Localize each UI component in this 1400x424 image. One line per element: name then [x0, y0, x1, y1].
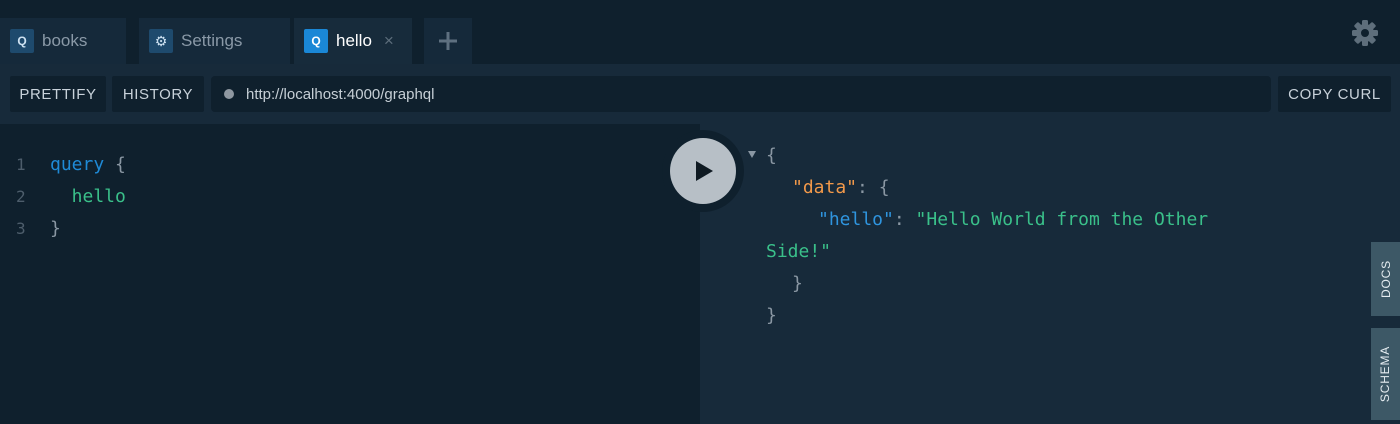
plus-icon: [439, 32, 457, 50]
tab-label: hello: [336, 31, 372, 50]
json-key-data: "data": [792, 177, 858, 198]
code-line: 2 hello: [0, 181, 700, 213]
collapse-arrow-icon[interactable]: [748, 151, 756, 158]
line-number: 2: [16, 187, 26, 206]
tab-label: Settings: [181, 31, 243, 50]
settings-button[interactable]: [1350, 18, 1380, 48]
json-line-hello: "hello": "Hello World from the Other: [818, 209, 1209, 230]
tab-books[interactable]: Q books: [0, 18, 126, 64]
endpoint-url-text: http://localhost:4000/graphql: [246, 85, 435, 103]
line-number: 3: [16, 219, 26, 238]
endpoint-url-field[interactable]: http://localhost:4000/graphql: [211, 76, 1271, 112]
json-key-hello: "hello": [818, 209, 894, 230]
run-query-button[interactable]: [670, 138, 736, 204]
schema-tab-label: SCHEMA: [1378, 345, 1393, 403]
result-viewer: { "data": { "hello": "Hello World from t…: [700, 124, 1400, 424]
settings-badge-icon: ⚙: [149, 29, 173, 53]
run-button-ring: [662, 130, 744, 212]
tab-label: books: [42, 31, 88, 50]
graphql-playground: Q books ⚙ Settings Q hello × PRETTIFY HI…: [0, 0, 1400, 424]
docs-tab[interactable]: DOCS: [1371, 242, 1400, 316]
tab-bar: Q books ⚙ Settings Q hello ×: [0, 0, 1400, 64]
json-inner-close-brace: }: [792, 273, 803, 294]
copy-curl-button[interactable]: COPY CURL: [1278, 76, 1391, 112]
close-tab-icon[interactable]: ×: [384, 31, 394, 51]
connection-status-dot: [224, 89, 234, 99]
json-value-hello: "Hello World from the Other: [915, 209, 1209, 230]
code-line: 1 query {: [0, 149, 700, 181]
json-line-data: "data": {: [792, 177, 890, 198]
schema-tab[interactable]: SCHEMA: [1371, 328, 1400, 420]
toolbar: PRETTIFY HISTORY http://localhost:4000/g…: [0, 64, 1400, 124]
history-button[interactable]: HISTORY: [112, 76, 204, 112]
query-editor[interactable]: 1 query { 2 hello 3 }: [0, 124, 700, 424]
play-icon: [696, 161, 713, 181]
new-tab-button[interactable]: [424, 18, 472, 64]
keyword-query: query: [50, 154, 105, 175]
open-brace: {: [104, 154, 126, 175]
prettify-button[interactable]: PRETTIFY: [10, 76, 106, 112]
json-value-hello-wrap: Side!": [766, 241, 832, 262]
query-badge-icon: Q: [304, 29, 328, 53]
tab-hello[interactable]: Q hello ×: [294, 18, 412, 64]
code-line: 3 }: [0, 213, 700, 245]
line-number: 1: [16, 155, 26, 174]
field-hello: hello: [50, 186, 126, 207]
docs-tab-label: DOCS: [1378, 260, 1393, 298]
close-brace: }: [50, 218, 61, 239]
query-badge-icon: Q: [10, 29, 34, 53]
json-close-brace: }: [766, 305, 777, 326]
tab-settings[interactable]: ⚙ Settings: [139, 18, 290, 64]
json-open-brace: {: [766, 145, 777, 166]
gear-icon: [1352, 20, 1378, 46]
